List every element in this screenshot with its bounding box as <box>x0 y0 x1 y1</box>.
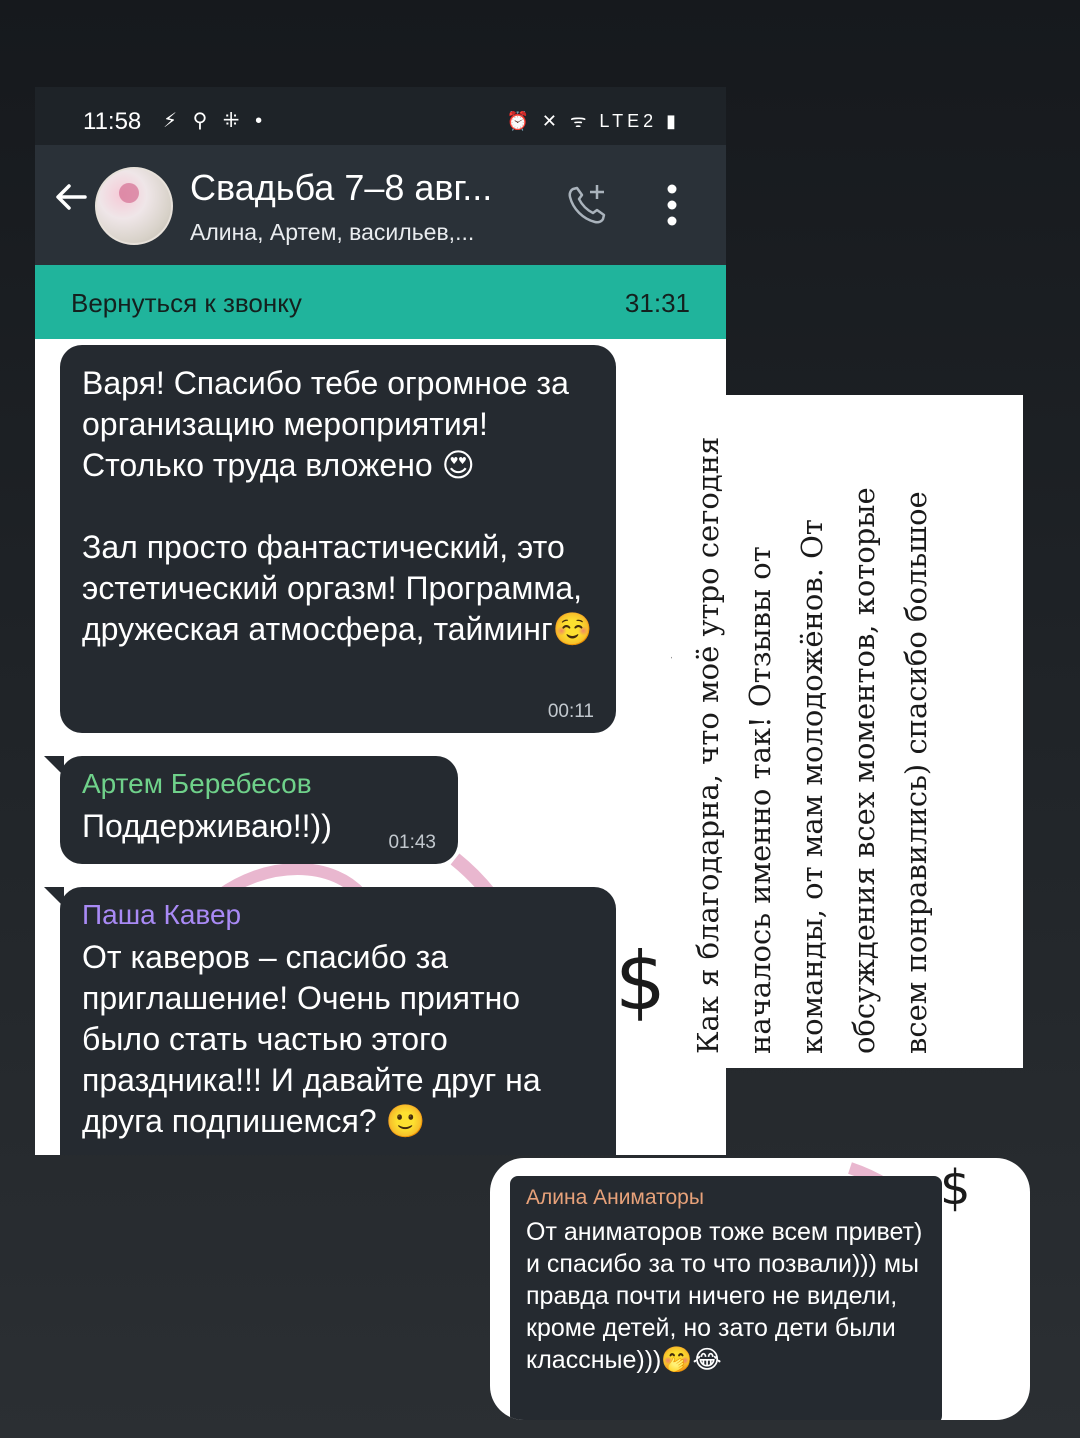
notification-icons: ⚡ ⚲ ⁜ • <box>163 110 268 132</box>
sender-name[interactable]: Паша Кавер <box>82 899 594 931</box>
message-time: 00:11 <box>547 701 594 722</box>
chat-members[interactable]: Алина, Артем, васильев,... <box>190 219 474 246</box>
chat-app-bar: Свадьба 7–8 авг... Алина, Артем, василье… <box>35 145 726 265</box>
status-time: 11:58 <box>83 108 142 135</box>
message-time: 01:43 <box>388 832 436 853</box>
status-bar: 11:58 ⚡ ⚲ ⁜ • ⏰ ✕ ᯤ LTE2 ▮ <box>35 87 726 145</box>
story-caption-card: Как я благодарна, что моё утро сегодня н… <box>672 395 1023 1068</box>
second-chat-screenshot: $ Алина Аниматоры От аниматоров тоже все… <box>490 1158 1030 1420</box>
signal-battery-icons: ⏰ ✕ ᯤ LTE2 ▮ <box>506 111 680 131</box>
message-bubble[interactable]: Алина Аниматоры От аниматоров тоже всем … <box>510 1176 942 1420</box>
story-caption: Как я благодарна, что моё утро сегодня н… <box>691 436 933 1054</box>
message-text: Варя! Спасибо тебе огромное за организац… <box>82 365 593 647</box>
return-to-call-banner[interactable]: Вернуться к звонку 31:31 <box>35 265 726 339</box>
add-call-icon[interactable] <box>563 181 611 229</box>
message-text: От аниматоров тоже всем привет) и спасиб… <box>526 1218 923 1374</box>
message-text: От каверов – спасибо за приглашение! Оче… <box>82 939 541 1139</box>
svg-text:$: $ <box>940 1160 971 1216</box>
sender-name[interactable]: Алина Аниматоры <box>526 1186 926 1210</box>
chat-screenshot: 11:58 ⚡ ⚲ ⁜ • ⏰ ✕ ᯤ LTE2 ▮ Свадьба 7–8 а… <box>35 87 726 1155</box>
message-bubble[interactable]: Варя! Спасибо тебе огромное за организац… <box>60 345 616 733</box>
group-avatar[interactable] <box>95 167 173 245</box>
return-to-call-label: Вернуться к звонку <box>71 288 302 318</box>
message-text: Поддерживаю!!)) <box>82 808 332 844</box>
svg-text:$: $ <box>615 935 666 1028</box>
chat-title[interactable]: Свадьба 7–8 авг... <box>190 167 492 209</box>
message-bubble[interactable]: Паша Кавер От каверов – спасибо за пригл… <box>44 887 616 1155</box>
message-bubble[interactable]: Артем Беребесов Поддерживаю!!)) 01:43 <box>44 756 458 864</box>
back-arrow-icon[interactable] <box>51 177 91 217</box>
sender-name[interactable]: Артем Беребесов <box>82 768 436 800</box>
overflow-menu-icon[interactable] <box>665 183 679 227</box>
call-timer: 31:31 <box>624 288 690 318</box>
